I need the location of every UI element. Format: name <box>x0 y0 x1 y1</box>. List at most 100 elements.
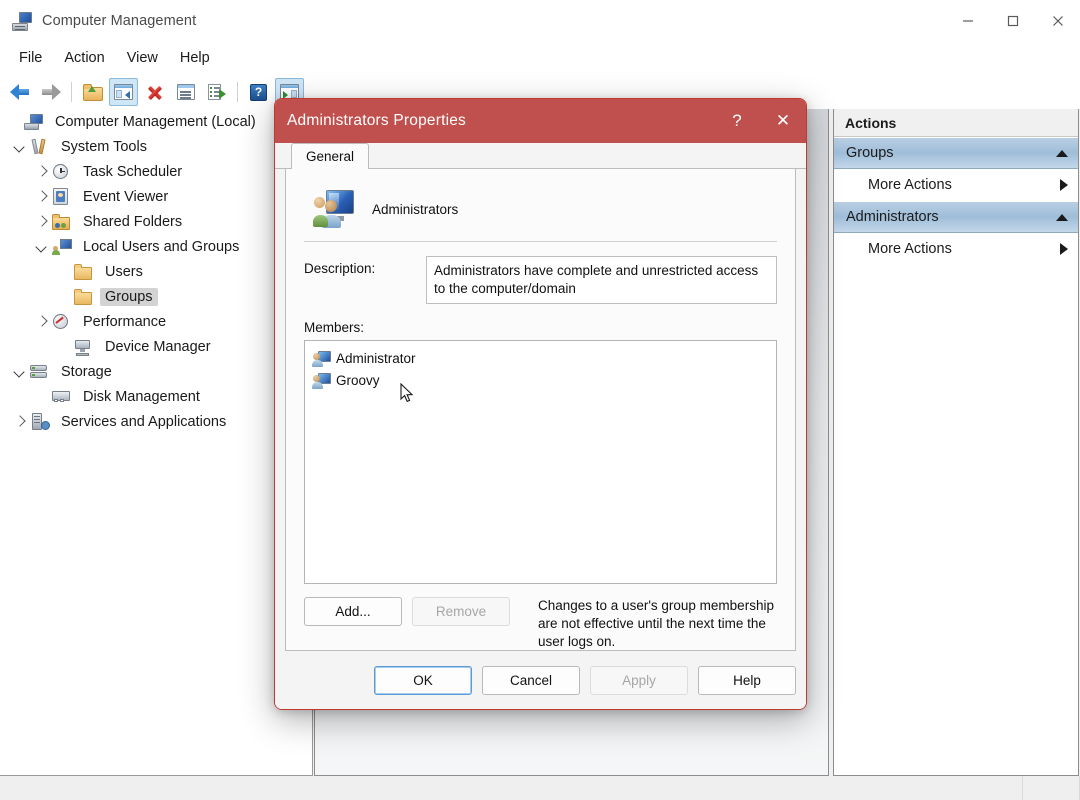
actions-group-header-administrators[interactable]: Administrators <box>834 201 1078 233</box>
help-button[interactable]: ? <box>244 78 273 106</box>
tree-node-computer-management[interactable]: Computer Management (Local) <box>0 109 312 134</box>
menu-file[interactable]: File <box>8 46 53 70</box>
tree-node-event-viewer[interactable]: Event Viewer <box>0 184 312 209</box>
properties-button[interactable] <box>171 78 200 106</box>
chevron-up-icon[interactable] <box>1056 213 1068 221</box>
disk-management-icon <box>52 388 72 406</box>
close-icon[interactable] <box>1035 0 1080 41</box>
tree-node-label: Event Viewer <box>83 188 169 205</box>
twisty-open-icon[interactable] <box>8 142 30 151</box>
member-list-item[interactable]: Groovy <box>310 369 771 391</box>
twisty-closed-icon[interactable] <box>30 217 52 226</box>
member-list-item[interactable]: Administrator <box>310 347 771 369</box>
tab-page-general: Administrators Description: Administrato… <box>285 169 796 651</box>
computer-management-icon <box>12 11 32 31</box>
cancel-button[interactable]: Cancel <box>482 665 580 695</box>
export-list-button[interactable] <box>202 78 231 106</box>
folder-icon <box>74 288 94 306</box>
forward-button[interactable] <box>36 78 65 106</box>
actions-item-more-actions-administrators[interactable]: More Actions <box>834 233 1078 265</box>
twisty-open-icon[interactable] <box>8 367 30 376</box>
shared-folders-icon <box>52 213 72 231</box>
local-users-groups-icon <box>52 238 72 256</box>
user-icon <box>312 372 331 389</box>
menu-view[interactable]: View <box>116 46 169 70</box>
twisty-closed-icon[interactable] <box>30 192 52 201</box>
tree-node-performance[interactable]: Performance <box>0 309 312 334</box>
dialog-titlebar-buttons: ? ✕ <box>714 99 806 143</box>
up-one-level-button[interactable] <box>78 78 107 106</box>
export-list-icon <box>207 84 226 100</box>
delete-button[interactable] <box>140 78 169 106</box>
description-field-row: Description: Administrators have complet… <box>304 256 777 305</box>
twisty-open-icon[interactable] <box>30 242 52 251</box>
tree-node-label: Performance <box>83 313 167 330</box>
description-input[interactable]: Administrators have complete and unrestr… <box>426 256 777 305</box>
tree-node-task-scheduler[interactable]: Task Scheduler <box>0 159 312 184</box>
actions-item-more-actions-groups[interactable]: More Actions <box>834 169 1078 201</box>
twisty-closed-icon[interactable] <box>30 167 52 176</box>
actions-item-label: More Actions <box>868 241 952 257</box>
members-actions-row: Add... Remove Changes to a user's group … <box>304 597 777 650</box>
forward-arrow-icon <box>41 84 61 100</box>
computer-icon <box>24 113 44 131</box>
group-name: Administrators <box>372 201 459 217</box>
tools-icon <box>30 138 50 156</box>
chevron-up-icon[interactable] <box>1056 149 1068 157</box>
apply-button: Apply <box>590 665 688 695</box>
user-icon <box>312 350 331 367</box>
twisty-closed-icon[interactable] <box>8 417 30 426</box>
console-tree-pane[interactable]: Computer Management (Local) System Tools… <box>0 109 313 776</box>
status-segment-main <box>0 776 1023 800</box>
toolbar-separator <box>71 82 72 102</box>
dialog-help-icon[interactable]: ? <box>714 99 760 143</box>
tree-node-groups[interactable]: Groups <box>0 284 312 309</box>
twisty-closed-icon[interactable] <box>30 317 52 326</box>
tree-node-services-and-applications[interactable]: Services and Applications <box>0 409 312 434</box>
maximize-icon[interactable] <box>990 0 1035 41</box>
tree-node-system-tools[interactable]: System Tools <box>0 134 312 159</box>
member-name: Groovy <box>336 372 380 388</box>
dialog-title: Administrators Properties <box>287 112 467 129</box>
tree-node-disk-management[interactable]: Disk Management <box>0 384 312 409</box>
help-button-dialog[interactable]: Help <box>698 665 796 695</box>
add-button[interactable]: Add... <box>304 597 402 627</box>
back-arrow-icon <box>9 84 30 100</box>
window-titlebar: Computer Management <box>0 0 1080 41</box>
show-hide-console-tree-button[interactable] <box>109 78 138 106</box>
group-users-icon <box>313 190 354 228</box>
ok-button[interactable]: OK <box>374 665 472 695</box>
minimize-icon[interactable] <box>945 0 990 41</box>
menubar: File Action View Help <box>0 41 1080 75</box>
tree-node-label: Local Users and Groups <box>83 238 240 255</box>
event-viewer-icon <box>52 187 72 206</box>
menu-help[interactable]: Help <box>169 46 221 70</box>
delete-x-icon <box>146 84 163 101</box>
tree-node-local-users-and-groups[interactable]: Local Users and Groups <box>0 234 312 259</box>
device-manager-icon <box>74 338 94 356</box>
tree-node-label: Task Scheduler <box>83 163 183 180</box>
actions-pane-title: Actions <box>834 109 1078 137</box>
tree-node-label: Shared Folders <box>83 213 183 230</box>
members-listbox[interactable]: Administrator Groovy <box>304 340 777 585</box>
administrators-properties-dialog: Administrators Properties ? ✕ General Ad… <box>274 98 807 710</box>
tree-node-storage[interactable]: Storage <box>0 359 312 384</box>
status-bar <box>0 776 1080 800</box>
tab-general[interactable]: General <box>291 143 370 169</box>
actions-group-label: Groups <box>846 145 894 161</box>
divider <box>304 241 777 242</box>
actions-group-label: Administrators <box>846 209 939 225</box>
back-button[interactable] <box>5 78 34 106</box>
tree-node-users[interactable]: Users <box>0 259 312 284</box>
chevron-right-icon <box>1060 243 1068 255</box>
remove-button: Remove <box>412 597 510 627</box>
tree-node-label: Groups <box>100 287 158 306</box>
tree-node-device-manager[interactable]: Device Manager <box>0 334 312 359</box>
dialog-close-icon[interactable]: ✕ <box>760 99 806 143</box>
menu-action[interactable]: Action <box>53 46 115 70</box>
actions-item-label: More Actions <box>868 177 952 193</box>
tree-node-shared-folders[interactable]: Shared Folders <box>0 209 312 234</box>
member-name: Administrator <box>336 350 416 366</box>
actions-group-header-groups[interactable]: Groups <box>834 137 1078 169</box>
console-tree-icon <box>114 84 133 100</box>
